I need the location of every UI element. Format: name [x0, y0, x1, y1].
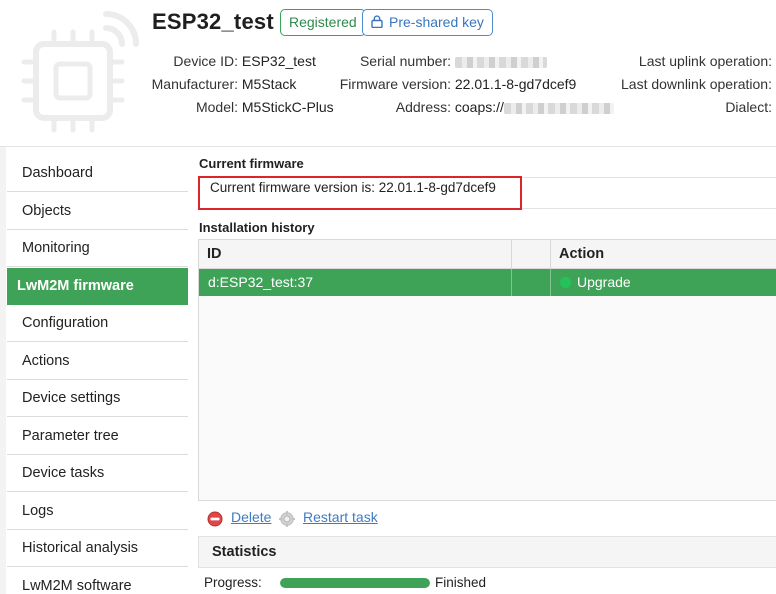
column-divider: [511, 240, 512, 269]
cell-blank: [512, 269, 550, 296]
column-divider: [550, 240, 551, 269]
address-value: coaps://: [454, 99, 504, 115]
progress-bar-fill: [280, 578, 430, 588]
info-label: Model:: [195, 99, 238, 115]
restart-gear-icon[interactable]: [279, 511, 295, 527]
cell-id: d:ESP32_test:37: [208, 274, 314, 290]
info-label: Last downlink operation:: [621, 76, 772, 92]
info-label: Firmware version:: [339, 76, 451, 92]
progress-bar: [280, 578, 430, 588]
redacted-address: [503, 102, 614, 114]
column-header-blank[interactable]: [512, 240, 550, 269]
action-value: Upgrade: [577, 274, 631, 290]
info-label: Last uplink operation:: [638, 53, 772, 69]
device-header: ESP32_test Registered Pre-shared key Dev…: [0, 0, 776, 146]
delete-icon[interactable]: [207, 511, 223, 527]
status-dot-icon: [560, 276, 571, 288]
sidebar-item-objects[interactable]: Objects: [7, 193, 188, 230]
device-info-column-1: Device ID: ESP32_test Manufacturer: M5St…: [140, 50, 334, 119]
progress-label: Progress:: [204, 575, 262, 590]
sidebar-item-parameter-tree[interactable]: Parameter tree: [7, 418, 188, 455]
sidebar-item-lwm2m-software[interactable]: LwM2M software: [7, 568, 188, 594]
sidebar-item-configuration[interactable]: Configuration: [7, 305, 188, 342]
security-mode-badge: Pre-shared key: [362, 9, 493, 36]
column-divider: [550, 269, 551, 296]
sidebar: Dashboard Objects Monitoring LwM2M firmw…: [0, 146, 194, 594]
current-firmware-heading: Current firmware: [199, 156, 304, 171]
sidebar-item-monitoring[interactable]: Monitoring: [7, 230, 188, 267]
firmware-version-value: 22.01.1-8-gd7dcef9: [454, 76, 577, 92]
restart-task-button[interactable]: Restart task: [303, 509, 378, 525]
status-badge: Registered: [280, 9, 366, 36]
sidebar-item-device-settings[interactable]: Device settings: [7, 380, 188, 417]
table-header: ID Action: [199, 240, 776, 269]
column-divider: [511, 269, 512, 296]
manufacturer-value: M5Stack: [241, 76, 297, 92]
model-value: M5StickC-Plus: [241, 99, 334, 115]
device-info-column-2: Serial number: Firmware version: 22.01.1…: [330, 50, 614, 119]
info-label: Manufacturer:: [151, 76, 238, 92]
lock-icon: [371, 15, 383, 29]
installation-history-heading: Installation history: [199, 220, 315, 235]
delete-button[interactable]: Delete: [231, 509, 271, 525]
sidebar-item-historical-analysis[interactable]: Historical analysis: [7, 530, 188, 567]
column-header-action[interactable]: Action: [551, 240, 776, 269]
statistics-heading: Statistics: [212, 544, 277, 560]
cell-action: Upgrade: [551, 269, 776, 296]
info-label: Address:: [395, 99, 451, 115]
table-row[interactable]: d:ESP32_test:37 Upgrade: [199, 269, 776, 296]
info-label: Device ID:: [173, 53, 238, 69]
sidebar-item-actions[interactable]: Actions: [7, 343, 188, 380]
info-label: Serial number:: [359, 53, 451, 69]
security-mode-label: Pre-shared key: [389, 14, 484, 30]
installation-history-table: ID Action d:ESP32_test:37 Upgrade: [198, 239, 776, 501]
sidebar-item-dashboard[interactable]: Dashboard: [7, 155, 188, 192]
column-header-id[interactable]: ID: [199, 240, 511, 269]
device-id-value: ESP32_test: [241, 53, 316, 69]
sidebar-item-lwm2m-firmware[interactable]: LwM2M firmware: [7, 268, 188, 305]
highlight-annotation: [198, 176, 522, 210]
page-title: ESP32_test: [152, 9, 274, 34]
sidebar-item-device-tasks[interactable]: Device tasks: [7, 455, 188, 492]
main-panel: Current firmware Current firmware versio…: [194, 146, 776, 594]
chip-icon: [21, 11, 139, 133]
sidebar-item-logs[interactable]: Logs: [7, 493, 188, 530]
statistics-panel-header: Statistics: [198, 536, 776, 568]
progress-status: Finished: [435, 575, 487, 590]
device-info-column-3: Last uplink operation: Last downlink ope…: [600, 50, 772, 119]
info-label: Dialect:: [725, 99, 772, 115]
redacted-serial-number: [454, 56, 547, 68]
